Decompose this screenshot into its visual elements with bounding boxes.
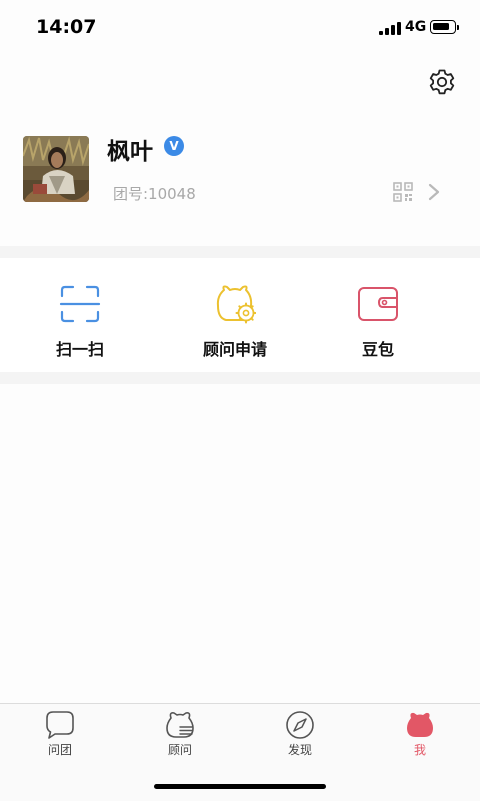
bear-gear-icon — [216, 285, 256, 324]
avatar-image — [23, 136, 89, 202]
battery-icon — [430, 20, 456, 34]
user-name: 枫叶 — [107, 139, 153, 165]
gear-icon — [429, 69, 455, 95]
qr-code-icon — [393, 182, 413, 202]
scan-action[interactable]: 扫一扫 — [0, 258, 160, 372]
consultant-apply-action[interactable]: 顾问申请 — [155, 258, 315, 372]
status-bar: 14:07 4G — [0, 0, 480, 56]
verified-badge-icon: V — [164, 136, 184, 156]
tab-label: 我 — [413, 743, 426, 757]
tab-wentuan[interactable]: 问团 — [0, 704, 120, 764]
tab-label: 问团 — [47, 743, 72, 757]
section-divider — [0, 246, 480, 258]
tab-me[interactable]: 我 — [360, 704, 480, 764]
profile-section: 枫叶 V 团号:10048 — [0, 120, 480, 240]
scan-icon — [59, 285, 101, 323]
tab-discover[interactable]: 发现 — [240, 704, 360, 764]
battery-fill — [433, 23, 449, 30]
chat-bubble-icon — [46, 711, 74, 739]
home-indicator — [154, 784, 326, 789]
quick-actions: 扫一扫 顾问申请 豆包 — [0, 258, 480, 372]
network-type: 4G — [405, 19, 427, 35]
qr-code-button[interactable] — [393, 182, 413, 202]
settings-button[interactable] — [428, 68, 456, 96]
compass-icon — [286, 711, 314, 739]
wallet-label: 豆包 — [361, 340, 394, 359]
battery-tip — [457, 25, 459, 30]
avatar[interactable] — [23, 136, 89, 202]
signal-icon — [379, 22, 401, 35]
wallet-action[interactable]: 豆包 — [298, 258, 458, 372]
group-id: 团号:10048 — [113, 185, 196, 203]
chevron-right-icon — [428, 183, 440, 201]
bear-filled-icon — [407, 712, 433, 737]
tab-guwen[interactable]: 顾问 — [120, 704, 240, 764]
bear-icon — [166, 712, 194, 738]
profile-detail-button[interactable] — [427, 182, 441, 202]
tab-label: 顾问 — [167, 743, 192, 757]
tab-label: 发现 — [287, 743, 312, 757]
wallet-icon — [358, 287, 398, 321]
status-time: 14:07 — [36, 16, 97, 38]
consultant-apply-label: 顾问申请 — [202, 340, 267, 359]
scan-label: 扫一扫 — [55, 340, 104, 359]
section-divider — [0, 372, 480, 384]
